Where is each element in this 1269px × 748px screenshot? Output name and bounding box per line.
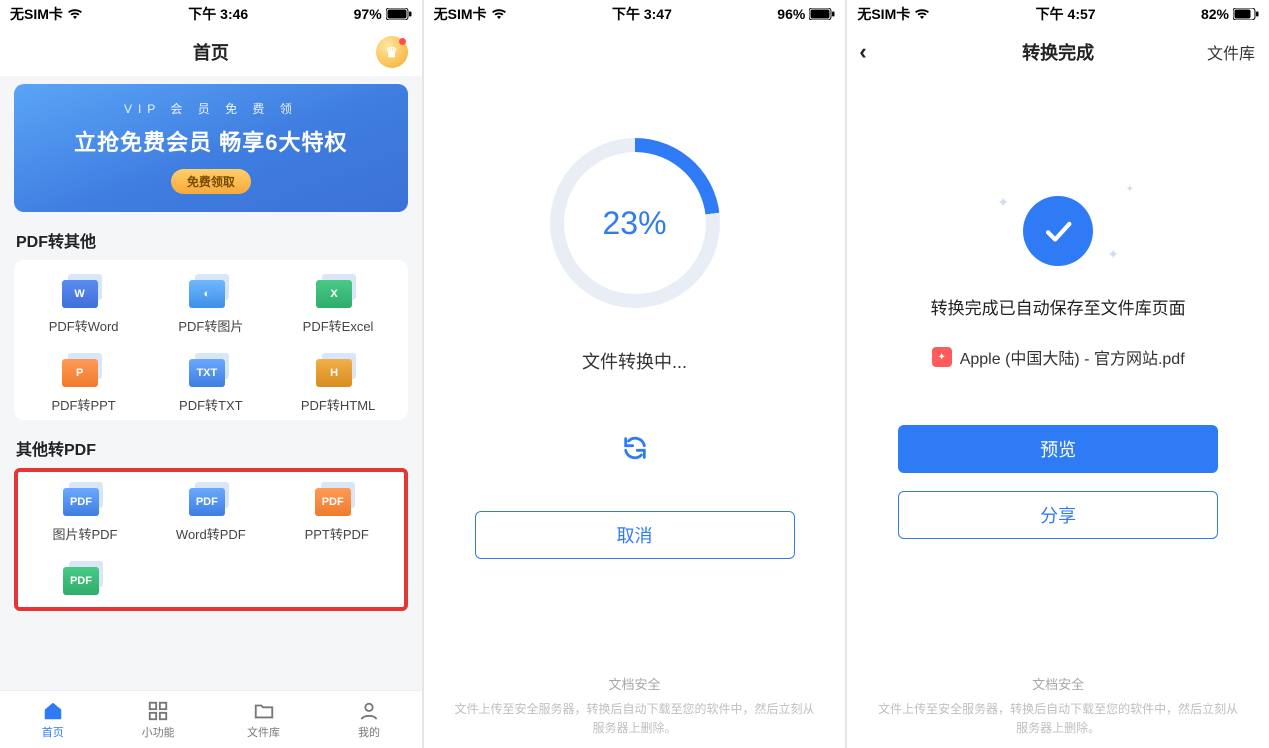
- tab-bar: 首页 小功能 文件库 我的: [0, 690, 422, 748]
- tool-icon: PDF: [63, 561, 107, 595]
- vip-crown-badge[interactable]: ♛: [376, 36, 408, 68]
- tool-label: PDF转Excel: [303, 316, 374, 335]
- done-message: 转换完成已自动保存至文件库页面: [931, 294, 1186, 319]
- phone-done: 无SIM卡 下午 4:57 82% ‹ 转换完成 文件库 ✦ ✦ ✦: [847, 0, 1269, 748]
- success-check-icon: [1023, 196, 1093, 266]
- security-title: 文档安全: [454, 675, 816, 696]
- vip-cta-button[interactable]: 免费领取: [171, 169, 251, 194]
- tool-icon: P: [62, 353, 106, 387]
- security-body: 文件上传至安全服务器，转换后自动下载至您的软件中，然后立刻从服务器上删除。: [455, 702, 815, 735]
- progress-ring: 23%: [550, 138, 720, 308]
- security-title: 文档安全: [877, 675, 1239, 696]
- phone-home: 无SIM卡 下午 3:46 97% 首页 ♛ VIP 会 员 免 费 领 立抢免…: [0, 0, 422, 748]
- tool-icon: TXT: [189, 353, 233, 387]
- security-note: 文档安全 文件上传至安全服务器，转换后自动下载至您的软件中，然后立刻从服务器上删…: [424, 675, 846, 738]
- tool-item[interactable]: PDF PPT转PDF: [274, 482, 400, 543]
- preview-button[interactable]: 预览: [898, 425, 1218, 473]
- carrier-text: 无SIM卡: [857, 4, 910, 24]
- tool-item[interactable]: W PDF转Word: [20, 274, 147, 335]
- tool-label: PDF转PPT: [51, 395, 115, 414]
- battery-text: 97%: [354, 6, 382, 22]
- vip-headline: 立抢免费会员 畅享6大特权: [24, 125, 398, 157]
- clock-text: 下午 4:57: [1036, 4, 1096, 24]
- back-button[interactable]: ‹: [859, 39, 866, 65]
- carrier-text: 无SIM卡: [434, 4, 487, 24]
- status-bar: 无SIM卡 下午 3:46 97%: [0, 0, 422, 28]
- progress-text: 23%: [602, 205, 666, 242]
- tool-icon: X: [316, 274, 360, 308]
- tool-item[interactable]: H PDF转HTML: [274, 353, 401, 414]
- tool-label: Word转PDF: [176, 524, 246, 543]
- tool-item[interactable]: X PDF转Excel: [274, 274, 401, 335]
- status-bar: 无SIM卡 下午 3:47 96%: [424, 0, 846, 28]
- tab-home[interactable]: 首页: [0, 691, 105, 748]
- tool-item[interactable]: PDF Word转PDF: [148, 482, 274, 543]
- security-note: 文档安全 文件上传至安全服务器，转换后自动下载至您的软件中，然后立刻从服务器上删…: [847, 675, 1269, 738]
- tool-label: PDF转HTML: [301, 395, 375, 414]
- tool-item[interactable]: PDF: [22, 561, 148, 603]
- tool-icon: W: [62, 274, 106, 308]
- tool-label: PDF转图片: [178, 316, 243, 335]
- tool-icon: PDF: [189, 482, 233, 516]
- section-title-pdf-to-other: PDF转其他: [0, 222, 422, 260]
- refresh-icon[interactable]: [621, 434, 649, 467]
- page-title: 首页: [193, 39, 229, 65]
- section-title-other-to-pdf: 其他转PDF: [0, 430, 422, 468]
- tab-label: 首页: [42, 724, 64, 740]
- tool-label: 图片转PDF: [52, 524, 117, 543]
- tool-item[interactable]: TXT PDF转TXT: [147, 353, 274, 414]
- nav-bar: 首页 ♛: [0, 28, 422, 76]
- tool-label: PDF转Word: [49, 316, 119, 335]
- tab-mine[interactable]: 我的: [316, 691, 421, 748]
- battery-text: 96%: [777, 6, 805, 22]
- pdf-file-icon: ✦: [932, 347, 952, 367]
- wifi-icon: [67, 8, 83, 20]
- tab-label: 文件库: [247, 724, 280, 740]
- clock-text: 下午 3:47: [612, 4, 672, 24]
- tool-item[interactable]: PDF 图片转PDF: [22, 482, 148, 543]
- vip-banner[interactable]: VIP 会 员 免 费 领 立抢免费会员 畅享6大特权 免费领取: [14, 84, 408, 212]
- nav-bar: ‹ 转换完成 文件库: [847, 28, 1269, 76]
- security-body: 文件上传至安全服务器，转换后自动下载至您的软件中，然后立刻从服务器上删除。: [878, 702, 1238, 735]
- carrier-text: 无SIM卡: [10, 4, 63, 24]
- battery-icon: [386, 8, 412, 20]
- tool-label: PDF转TXT: [179, 395, 243, 414]
- tool-label: PPT转PDF: [305, 524, 369, 543]
- grid-pdf-to-other: W PDF转Word ◐ PDF转图片 X PDF转Excel P PDF转PPT TXT PDF…: [14, 260, 408, 420]
- tool-icon: PDF: [315, 482, 359, 516]
- wifi-icon: [914, 8, 930, 20]
- share-button[interactable]: 分享: [898, 491, 1218, 539]
- sparkle-icon: ✦: [997, 194, 1009, 211]
- sparkle-icon: ✦: [1107, 246, 1119, 263]
- tab-library[interactable]: 文件库: [211, 691, 316, 748]
- converting-label: 文件转换中...: [582, 348, 687, 374]
- nav-library-link[interactable]: 文件库: [1207, 40, 1255, 64]
- tool-item[interactable]: P PDF转PPT: [20, 353, 147, 414]
- battery-icon: [809, 8, 835, 20]
- tool-item[interactable]: ◐ PDF转图片: [147, 274, 274, 335]
- battery-icon: [1233, 8, 1259, 20]
- battery-text: 82%: [1201, 6, 1229, 22]
- result-file-name: Apple (中国大陆) - 官方网站.pdf: [960, 345, 1185, 369]
- result-file-row[interactable]: ✦ Apple (中国大陆) - 官方网站.pdf: [932, 345, 1185, 369]
- tool-icon: PDF: [63, 482, 107, 516]
- tab-tools[interactable]: 小功能: [105, 691, 210, 748]
- grid-other-to-pdf: PDF 图片转PDF PDF Word转PDF PDF PPT转PDF PDF: [14, 468, 408, 611]
- tab-label: 小功能: [142, 724, 175, 740]
- phone-converting: 无SIM卡 下午 3:47 96% 23% 文件转换中... 取消: [424, 0, 846, 748]
- page-title: 转换完成: [1022, 39, 1094, 65]
- status-bar: 无SIM卡 下午 4:57 82%: [847, 0, 1269, 28]
- wifi-icon: [491, 8, 507, 20]
- tool-icon: ◐: [189, 274, 233, 308]
- tab-label: 我的: [358, 724, 380, 740]
- sparkle-icon: ✦: [1126, 184, 1134, 195]
- clock-text: 下午 3:46: [188, 4, 248, 24]
- cancel-button[interactable]: 取消: [475, 511, 795, 559]
- vip-tag: VIP 会 员 免 费 领: [24, 100, 398, 117]
- tool-icon: H: [316, 353, 360, 387]
